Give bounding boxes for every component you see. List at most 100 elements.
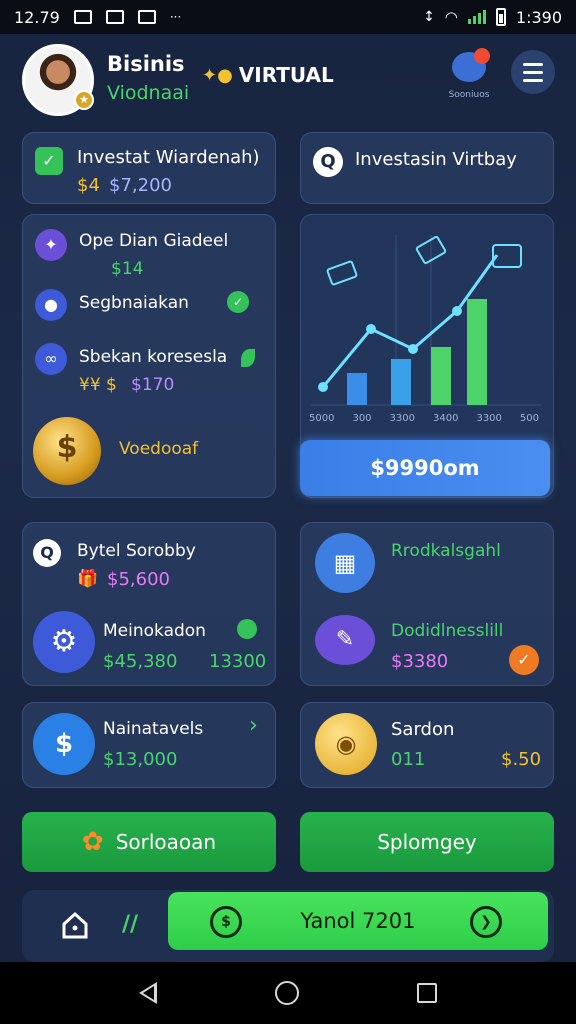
list-item-value: $170 bbox=[131, 375, 175, 395]
menu-button[interactable] bbox=[511, 50, 555, 94]
signal-icon bbox=[467, 10, 486, 24]
investment-card-right[interactable]: Q Investasin Virtbay bbox=[300, 132, 554, 204]
saron-card[interactable]: ◉ Sardon 011 $.50 bbox=[300, 702, 554, 788]
card-amount: $13,000 bbox=[103, 749, 178, 770]
list-item-value: $14 bbox=[111, 259, 144, 279]
list-item-title[interactable]: Ope Dian Giadeel bbox=[79, 231, 228, 251]
list-item-title[interactable]: Sbekan koresesla bbox=[79, 347, 227, 367]
x-tick: 3400 bbox=[433, 413, 459, 424]
coin-stack-icon: $ bbox=[33, 417, 101, 485]
chart-bar bbox=[431, 347, 451, 405]
card-title: Investat Wiardenah) bbox=[77, 147, 260, 168]
list-item-prefix: ¥¥ $ bbox=[79, 375, 117, 395]
trend-point bbox=[366, 324, 376, 334]
status-dot-icon bbox=[237, 619, 257, 639]
lightbulb-icon: ◉ bbox=[315, 713, 377, 775]
sparkle-icon: ✦● bbox=[202, 64, 233, 86]
card-subtitle: Dodidlnesslill bbox=[391, 621, 504, 641]
button-label: Splomgey bbox=[377, 830, 477, 854]
virtual-label: ✦● VIRTUAL bbox=[202, 63, 334, 87]
notification-dot bbox=[474, 48, 490, 64]
x-tick: 3300 bbox=[476, 413, 502, 424]
pulse-icon bbox=[105, 10, 124, 24]
battery-icon bbox=[495, 8, 506, 26]
flower-icon: ✿ bbox=[81, 827, 104, 857]
dots-icon: ⋅⋅⋅ bbox=[169, 10, 182, 24]
check-icon: ✓ bbox=[35, 147, 63, 175]
clipboard-icon bbox=[137, 10, 156, 24]
link-icon: ∞ bbox=[35, 343, 67, 375]
trend-point bbox=[452, 306, 462, 316]
card-sub-amount: $45,380 bbox=[103, 651, 178, 672]
search-icon: Q bbox=[33, 539, 61, 567]
card-subtitle: Meinokadon bbox=[103, 621, 206, 641]
app-title: Bisinis bbox=[107, 52, 185, 76]
status-time: 12.79 bbox=[14, 7, 60, 27]
card-title: Nainatavels bbox=[103, 719, 204, 739]
gift-icon: 🎁 bbox=[77, 569, 99, 589]
trend-point bbox=[318, 382, 328, 392]
app-header: ★ Bisinis Viodnaai ✦● VIRTUAL Sooniuos bbox=[0, 34, 576, 124]
back-icon[interactable] bbox=[139, 982, 157, 1004]
coin-label: Voedooaf bbox=[119, 439, 199, 459]
recents-icon[interactable] bbox=[417, 983, 437, 1003]
notification-label: Sooniuos bbox=[448, 90, 490, 100]
pen-icon: ✎ bbox=[315, 615, 375, 665]
x-tick: 500 bbox=[519, 413, 539, 424]
card-title: Bytel Sorobby bbox=[77, 541, 196, 561]
badge-icon: ★ bbox=[74, 90, 94, 110]
star-icon: ✦ bbox=[35, 229, 67, 261]
card-amount: $.50 bbox=[501, 749, 542, 770]
leaf-icon bbox=[241, 349, 255, 367]
product-card[interactable]: ▦ Rrodkalsgahl ✎ Dodidlnesslill $3380 ✓ bbox=[300, 522, 554, 686]
chart-bar bbox=[391, 359, 411, 405]
right-action-button[interactable]: Splomgey bbox=[300, 812, 554, 872]
virtual-text: VIRTUAL bbox=[238, 63, 334, 87]
x-tick: 5000 bbox=[309, 413, 335, 424]
dollar-icon: $ bbox=[33, 713, 95, 775]
status-bar: 12.79 ⋅⋅⋅ ↕ ◠ 1:390 bbox=[0, 0, 576, 34]
arrow-ring-icon: ❯ bbox=[470, 906, 502, 938]
button-label: Sorloaoan bbox=[115, 830, 217, 854]
amount-prefix: $4 bbox=[77, 175, 100, 196]
left-action-button[interactable]: ✿ Sorloaoan bbox=[22, 812, 276, 872]
card-amount: $5,600 bbox=[107, 569, 170, 590]
chart-cta-button[interactable]: $9990om bbox=[300, 440, 550, 496]
card-sub-amount: $3380 bbox=[391, 651, 449, 672]
chart-gridlines bbox=[311, 235, 541, 406]
gear-icon: ⚙ bbox=[33, 611, 95, 673]
chart-bar bbox=[347, 373, 367, 405]
chat-icon bbox=[452, 48, 490, 82]
home-icon[interactable] bbox=[60, 910, 90, 940]
check-icon: ✓ bbox=[227, 291, 249, 313]
chart-bar bbox=[467, 299, 487, 405]
list-item-title[interactable]: Segbnaiakan bbox=[79, 293, 189, 313]
notification-button[interactable]: Sooniuos bbox=[446, 48, 492, 108]
user-icon: ● bbox=[35, 289, 67, 321]
vibrate-icon: ↕ bbox=[423, 9, 435, 25]
trend-point bbox=[408, 344, 418, 354]
home-nav-icon[interactable] bbox=[275, 981, 299, 1005]
system-nav-bar bbox=[0, 962, 576, 1024]
investment-card-left[interactable]: ✓ Investat Wiardenah) $4 $7,200 bbox=[22, 132, 276, 204]
app-subtitle: Viodnaai bbox=[107, 82, 190, 104]
search-icon: Q bbox=[313, 147, 343, 177]
card-amount: $7,200 bbox=[109, 175, 172, 196]
chevron-right-icon[interactable]: › bbox=[249, 713, 258, 738]
card-title: Investasin Virtbay bbox=[355, 149, 517, 170]
button-label: Yanol 7201 bbox=[300, 909, 416, 933]
wifi-icon: ◠ bbox=[444, 8, 458, 26]
activity-list-card: ✦ Ope Dian Giadeel $14 ● Segbnaiakan ✓ ∞… bbox=[22, 214, 276, 498]
card-sub-value: 13300 bbox=[209, 651, 267, 672]
dollar-ring-icon: $ bbox=[210, 906, 242, 938]
x-tick: 300 bbox=[352, 413, 372, 424]
check-icon: ✓ bbox=[509, 645, 539, 675]
card-title: Sardon bbox=[391, 719, 455, 740]
naina-card[interactable]: $ Nainatavels › $13,000 bbox=[22, 702, 276, 788]
x-tick: 3300 bbox=[389, 413, 415, 424]
box-icon: ▦ bbox=[315, 533, 375, 593]
slash-icon: // bbox=[122, 912, 139, 937]
status-clock: 1:390 bbox=[515, 7, 562, 27]
card-icon bbox=[326, 260, 358, 286]
bytel-card[interactable]: Q Bytel Sorobby 🎁 $5,600 ⚙ Meinokadon $4… bbox=[22, 522, 276, 686]
